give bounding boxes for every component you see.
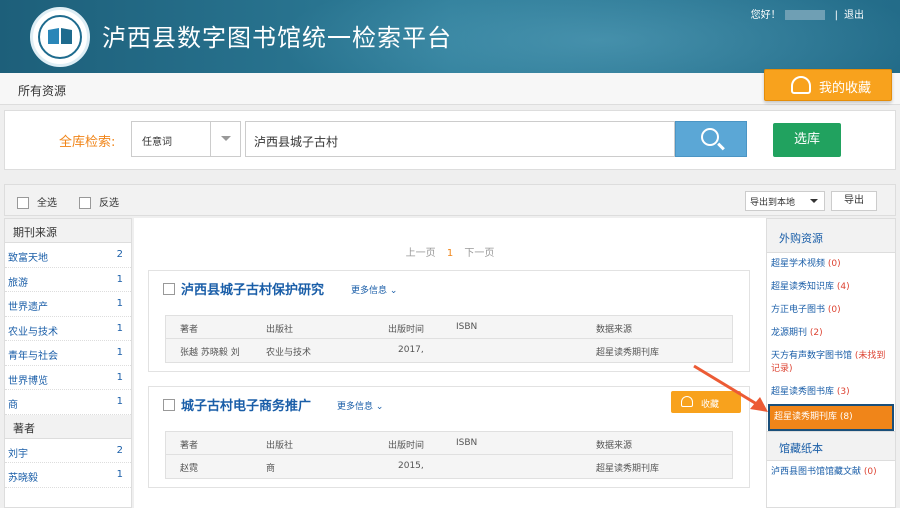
meta-header-row: 著者 出版社 出版时间 ISBN 数据来源 <box>180 322 633 335</box>
pagination: 上一页 1 下一页 <box>134 244 766 259</box>
meta-header-row: 著者 出版社 出版时间 ISBN 数据来源 <box>180 438 633 451</box>
collection-header: 馆藏纸本 <box>767 431 895 461</box>
annotation-arrow-icon <box>693 364 768 412</box>
resource-item[interactable]: 超星读秀图书库 (3) <box>767 381 895 404</box>
resource-item[interactable]: 方正电子图书 (0) <box>767 299 895 322</box>
facet-item[interactable]: 青年与社会 1 <box>5 341 131 366</box>
facet-item[interactable]: 致富天地 2 <box>5 243 131 268</box>
search-label: 全库检索: <box>59 135 116 150</box>
invert-select-checkbox[interactable] <box>79 197 91 209</box>
result-item: 城子古村电子商务推广 更多信息 ⌄ 收藏 著者 出版社 出版时间 ISBN 数据… <box>148 386 750 488</box>
resource-item[interactable]: 超星读秀知识库 (4) <box>767 276 895 299</box>
search-input[interactable]: 泸西县城子古村 <box>245 121 675 157</box>
meta-value-row: 张越 苏晓毅 刘 农业与技术 2017, 超星读秀期刊库 <box>180 345 660 358</box>
select-all-checkbox[interactable] <box>17 197 29 209</box>
search-icon <box>701 128 719 146</box>
select-library-button[interactable]: 选库 <box>773 123 841 157</box>
left-facet-panel: 期刊来源 致富天地 2 旅游 1 世界遗产 1 农业与技术 1 青年与社会 1 世界博览 1… <box>4 218 132 508</box>
more-info-link[interactable]: 更多信息 ⌄ <box>337 399 383 412</box>
all-resources-tab[interactable]: 所有资源 <box>18 82 66 99</box>
export-select[interactable]: 导出到本地 <box>745 191 825 211</box>
my-favorites-label: 我的收藏 <box>819 81 872 96</box>
result-title[interactable]: 城子古村电子商务推广 <box>163 395 311 414</box>
resource-item[interactable]: 龙源期刊 (2) <box>767 322 895 345</box>
author-header: 著者 <box>5 414 131 439</box>
search-field-value: 任意词 <box>142 137 172 148</box>
facet-item[interactable]: 苏晓毅 1 <box>5 463 131 488</box>
right-resource-panel: 外购资源 超星学术视频 (0) 超星读秀知识库 (4) 方正电子图书 (0) 龙… <box>766 218 896 508</box>
result-meta-table: 著者 出版社 出版时间 ISBN 数据来源 张越 苏晓毅 刘 农业与技术 201… <box>165 315 733 363</box>
select-all[interactable]: 全选 <box>17 194 57 209</box>
facet-item[interactable]: 旅游 1 <box>5 268 131 292</box>
facet-item[interactable]: 世界遗产 1 <box>5 292 131 317</box>
more-info-link[interactable]: 更多信息 ⌄ <box>351 283 397 296</box>
user-area: 您好！ | 退出 <box>750 10 864 21</box>
invert-select[interactable]: 反选 <box>79 194 119 209</box>
username-masked <box>784 10 825 20</box>
greeting-text: 您好！ <box>750 10 781 21</box>
result-item: 泸西县城子古村保护研究 更多信息 ⌄ 著者 出版社 出版时间 ISBN 数据来源… <box>148 270 750 372</box>
facet-item[interactable]: 世界博览 1 <box>5 366 131 390</box>
facet-item[interactable]: 农业与技术 1 <box>5 317 131 341</box>
resource-item-selected[interactable]: 超星读秀期刊库 (8) <box>768 404 894 431</box>
result-checkbox[interactable] <box>163 283 175 295</box>
facet-item[interactable]: 刘宇 2 <box>5 439 131 463</box>
prev-page-link[interactable]: 上一页 <box>406 248 436 259</box>
resource-item[interactable]: 超星学术视频 (0) <box>767 253 895 276</box>
current-page: 1 <box>446 248 454 259</box>
search-button[interactable] <box>675 121 747 157</box>
site-header: 泸西县数字图书馆统一检索平台 您好！ | 退出 <box>0 0 900 73</box>
results-area: 上一页 1 下一页 泸西县城子古村保护研究 更多信息 ⌄ 著者 出版社 出版时间… <box>134 218 766 508</box>
resource-item[interactable]: 泸西县图书馆馆藏文献 (0) <box>767 461 895 484</box>
export-button[interactable]: 导出 <box>831 191 877 211</box>
result-meta-table: 著者 出版社 出版时间 ISBN 数据来源 赵霓 商 2015, 超星读秀期刊库 <box>165 431 733 479</box>
result-checkbox[interactable] <box>163 399 175 411</box>
result-toolbar: 全选 反选 导出到本地 导出 <box>4 184 896 216</box>
meta-value-row: 赵霓 商 2015, 超星读秀期刊库 <box>180 461 660 474</box>
facet-item[interactable]: 商1 <box>5 390 131 415</box>
library-logo <box>30 7 90 67</box>
chevron-down-icon[interactable] <box>210 122 240 156</box>
heart-icon <box>791 76 811 94</box>
book-icon <box>48 27 72 45</box>
search-panel: 全库检索: 任意词 泸西县城子古村 选库 <box>4 110 896 170</box>
purchased-resources-header: 外购资源 <box>767 219 895 253</box>
search-field-select[interactable]: 任意词 <box>131 121 241 157</box>
journal-source-header: 期刊来源 <box>5 219 131 243</box>
logout-link[interactable]: 退出 <box>844 10 864 21</box>
site-title: 泸西县数字图书馆统一检索平台 <box>102 24 452 52</box>
result-title[interactable]: 泸西县城子古村保护研究 <box>163 279 324 298</box>
resource-item[interactable]: 天方有声数字图书馆 (未找到记录) <box>767 345 895 381</box>
next-page-link[interactable]: 下一页 <box>464 248 494 259</box>
my-favorites-button[interactable]: 我的收藏 <box>764 69 892 101</box>
